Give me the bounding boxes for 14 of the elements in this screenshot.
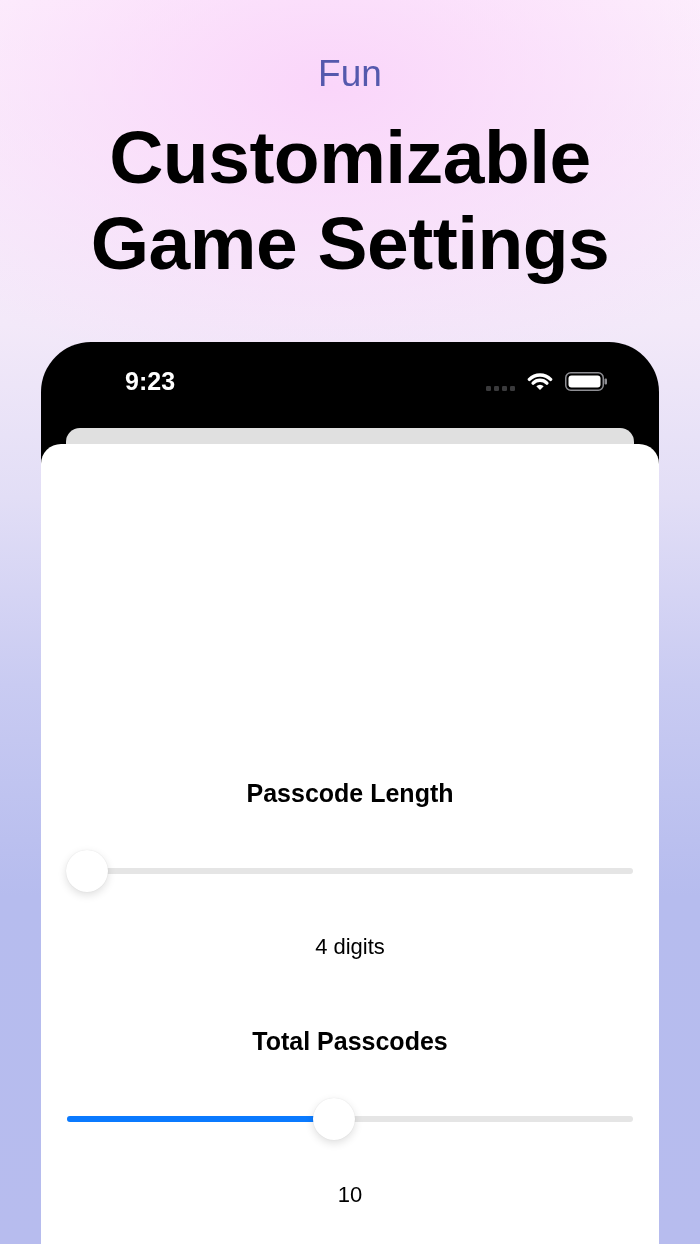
headline: Customizable Game Settings (89, 114, 611, 286)
value-label: 4 digits (315, 933, 385, 961)
battery-icon (565, 371, 607, 391)
signal-icon (486, 385, 515, 391)
wifi-icon (527, 372, 553, 390)
slider-thumb[interactable] (313, 1098, 356, 1140)
setting-label: Passcode Length (246, 778, 454, 808)
slider-track[interactable] (66, 850, 634, 892)
slider-track[interactable] (66, 1098, 634, 1140)
category-label: Fun (318, 52, 382, 96)
setting-label: Total Passcodes (252, 1026, 448, 1056)
slider-thumb[interactable] (66, 850, 108, 892)
status-time: 9:23 (125, 366, 177, 396)
value-label: 10 (337, 1181, 363, 1209)
